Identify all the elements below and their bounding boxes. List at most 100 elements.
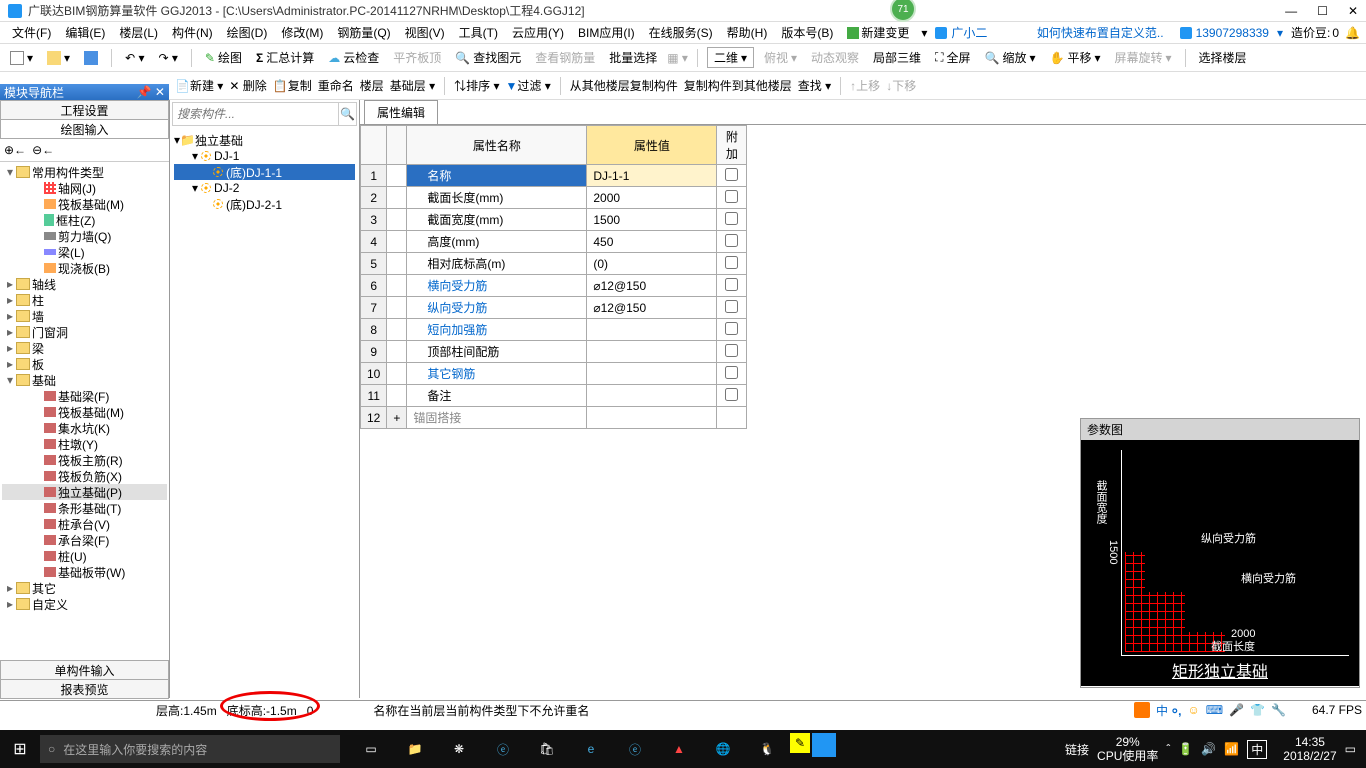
property-row[interactable]: 7纵向受力筋⌀12@150 <box>361 297 747 319</box>
ime-status[interactable]: 中 ⸰, <box>1156 702 1182 719</box>
chrome-icon[interactable]: 🌐 <box>702 733 744 765</box>
pin-icon[interactable]: 📌 ✕ <box>137 85 165 99</box>
faq-link[interactable]: 如何快速布置自定义范.. <box>1029 24 1172 41</box>
taskbar-search[interactable]: ○在这里输入你要搜索的内容 <box>40 735 340 763</box>
rotate-button[interactable]: 屏幕旋转 ▾ <box>1110 47 1175 68</box>
filter-button[interactable]: ▼过滤 ▾ <box>506 77 551 94</box>
select-floor-button[interactable]: 选择楼层 <box>1195 47 1251 68</box>
foundation-floor-select[interactable]: 基础层 ▾ <box>390 77 435 94</box>
view-rebar-button[interactable]: 查看钢筋量 <box>531 47 599 68</box>
emoji-icon[interactable]: ☺ <box>1188 703 1200 717</box>
tree-node[interactable]: 现浇板(B) <box>2 260 167 276</box>
tree-collapse-icon[interactable]: ⊖← <box>32 143 54 157</box>
nav-tree[interactable]: ▾常用构件类型轴网(J)筏板基础(M)框柱(Z)剪力墙(Q)梁(L)现浇板(B)… <box>0 162 169 652</box>
tree-expand-icon[interactable]: ⊕← <box>4 143 26 157</box>
tree-node[interactable]: ▸墙 <box>2 308 167 324</box>
menu-cloud[interactable]: 云应用(Y) <box>506 22 570 43</box>
new-file-button[interactable]: ▾ <box>6 49 37 67</box>
search-button[interactable]: 🔍 <box>338 103 356 125</box>
tree-node[interactable]: ▾基础 <box>2 372 167 388</box>
close-button[interactable]: ✕ <box>1348 4 1358 18</box>
property-row[interactable]: 11备注 <box>361 385 747 407</box>
sogou-icon[interactable] <box>1134 702 1150 718</box>
explorer-icon[interactable]: 📁 <box>394 733 436 765</box>
menu-draw[interactable]: 绘图(D) <box>221 22 274 43</box>
property-row[interactable]: 6横向受力筋⌀12@150 <box>361 275 747 297</box>
draw-button[interactable]: ✎绘图 <box>201 47 246 68</box>
tool-icon[interactable]: 🔧 <box>1271 703 1286 717</box>
edge2-icon[interactable]: e <box>570 733 612 765</box>
tree-node[interactable]: ▸自定义 <box>2 596 167 612</box>
tree-node[interactable]: ▸其它 <box>2 580 167 596</box>
new-comp-button[interactable]: 📄新建 ▾ <box>175 77 223 94</box>
clock[interactable]: 14:352018/2/27 <box>1283 735 1336 764</box>
find-element-button[interactable]: 🔍查找图元 <box>451 47 525 68</box>
save-button[interactable] <box>80 49 102 67</box>
menu-component[interactable]: 构件(N) <box>166 22 219 43</box>
property-row[interactable]: 4高度(mm)450 <box>361 231 747 253</box>
tab-report[interactable]: 报表预览 <box>0 679 169 699</box>
notifications-icon[interactable]: ▭ <box>1345 742 1356 756</box>
move-down-button[interactable]: ↓下移 <box>886 77 916 94</box>
redo-button[interactable]: ↷ ▾ <box>154 49 181 67</box>
link-status[interactable]: 链接 <box>1065 741 1089 758</box>
align-slab-button[interactable]: 平齐板顶 <box>389 47 445 68</box>
tree-node[interactable]: ▸梁 <box>2 340 167 356</box>
tab-single-input[interactable]: 单构件输入 <box>0 660 169 680</box>
tree-node[interactable]: 框柱(Z) <box>2 212 167 228</box>
store-icon[interactable]: 🛍 <box>526 733 568 765</box>
zoom-button[interactable]: 🔍缩放 ▾ <box>980 47 1039 68</box>
new-change-button[interactable]: 新建变更 <box>841 22 915 43</box>
tree-node[interactable]: 承台梁(F) <box>2 532 167 548</box>
search-input[interactable] <box>173 103 338 125</box>
network-icon[interactable]: 📶 <box>1224 742 1239 756</box>
2d-select[interactable]: 二维 ▾ <box>707 47 754 68</box>
menu-modify[interactable]: 修改(M) <box>275 22 329 43</box>
pan-button[interactable]: ✋平移 ▾ <box>1045 47 1104 68</box>
move-up-button[interactable]: ↑上移 <box>850 77 880 94</box>
property-row[interactable]: 1名称DJ-1-1 <box>361 165 747 187</box>
local3d-button[interactable]: 局部三维 <box>869 47 925 68</box>
tree-node[interactable]: 筏板基础(M) <box>2 196 167 212</box>
tree-node[interactable]: 桩承台(V) <box>2 516 167 532</box>
tree-node[interactable]: ▸柱 <box>2 292 167 308</box>
property-row[interactable]: 5相对底标高(m)(0) <box>361 253 747 275</box>
cpu-meter[interactable]: 29%CPU使用率 <box>1097 735 1158 764</box>
menu-tools[interactable]: 工具(T) <box>453 22 504 43</box>
menu-bim[interactable]: BIM应用(I) <box>572 22 641 43</box>
menu-rebar[interactable]: 钢筋量(Q) <box>331 22 396 43</box>
tree-node[interactable]: 柱墩(Y) <box>2 436 167 452</box>
tree-node[interactable]: 剪力墙(Q) <box>2 228 167 244</box>
notes-icon[interactable]: ✎ <box>790 733 810 753</box>
tree-node[interactable]: 基础板带(W) <box>2 564 167 580</box>
user-label[interactable]: 广小二 <box>929 22 993 43</box>
sum-button[interactable]: Σ 汇总计算 <box>252 47 318 68</box>
floor-select[interactable]: 楼层 <box>360 77 384 94</box>
property-table[interactable]: 属性名称属性值附加 1名称DJ-1-12截面长度(mm)20003截面宽度(mm… <box>360 125 747 429</box>
start-button[interactable]: ⊞ <box>0 739 40 759</box>
property-row[interactable]: 8短向加强筋 <box>361 319 747 341</box>
mic-icon[interactable]: 🎤 <box>1229 703 1244 717</box>
menu-floor[interactable]: 楼层(L) <box>113 22 164 43</box>
app-icon-1[interactable]: ❋ <box>438 733 480 765</box>
menu-view[interactable]: 视图(V) <box>399 22 451 43</box>
batch-select-button[interactable]: 批量选择 <box>605 47 661 68</box>
tab-draw-input[interactable]: 绘图输入 <box>0 119 169 139</box>
orbit-button[interactable]: 动态观察 <box>807 47 863 68</box>
minimize-button[interactable]: — <box>1285 4 1297 18</box>
edge-icon[interactable]: ⓔ <box>482 733 524 765</box>
tray-up-icon[interactable]: ˆ <box>1166 742 1170 756</box>
copy-button[interactable]: 📋复制 <box>273 77 312 94</box>
volume-icon[interactable]: 🔊 <box>1201 742 1216 756</box>
tree-node[interactable]: 轴网(J) <box>2 180 167 196</box>
skin-icon[interactable]: 👕 <box>1250 703 1265 717</box>
copy-from-floor-button[interactable]: 从其他楼层复制构件 <box>570 77 678 94</box>
tree-node[interactable]: 条形基础(T) <box>2 500 167 516</box>
bell-icon[interactable]: 🔔 <box>1345 26 1360 40</box>
glodon-icon[interactable] <box>812 733 836 757</box>
menu-file[interactable]: 文件(F) <box>6 22 57 43</box>
cloud-check-button[interactable]: ☁云检查 <box>324 47 383 68</box>
copy-to-floor-button[interactable]: 复制构件到其他楼层 <box>684 77 792 94</box>
tree-node[interactable]: 梁(L) <box>2 244 167 260</box>
tree-node[interactable]: ▸板 <box>2 356 167 372</box>
